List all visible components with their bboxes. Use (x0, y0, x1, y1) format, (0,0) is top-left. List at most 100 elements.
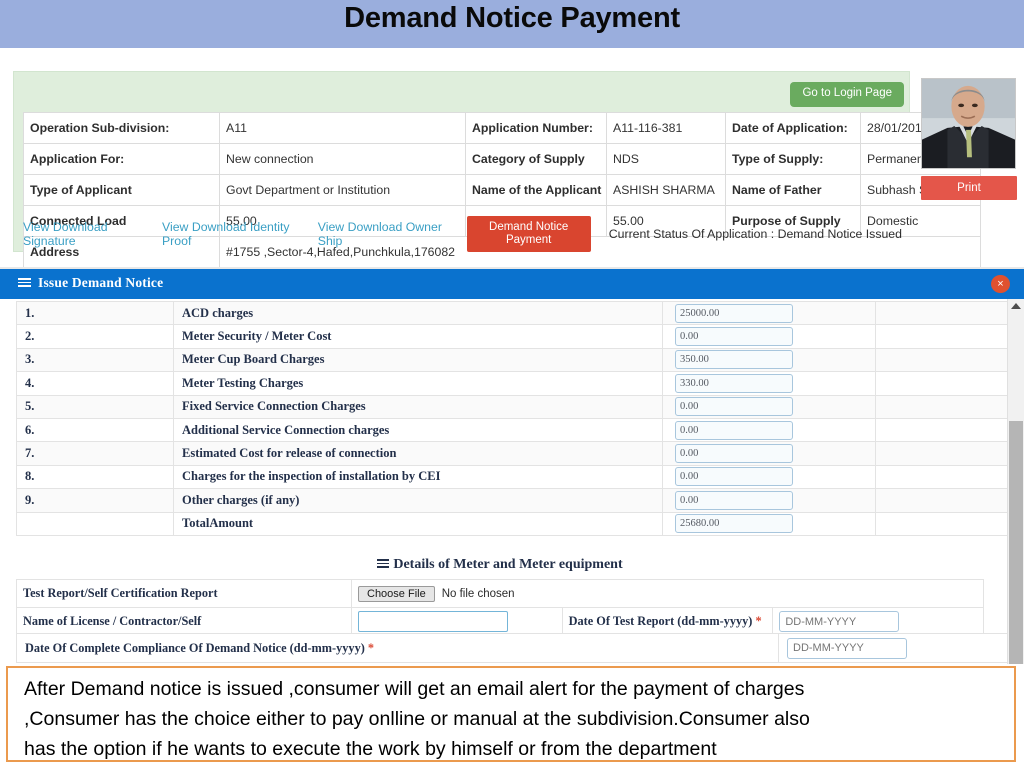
charge-amount-cell (662, 488, 876, 513)
charge-description: Charges for the inspection of installati… (173, 464, 663, 490)
charge-amount-cell (662, 441, 876, 466)
test-report-date-input[interactable] (779, 611, 900, 632)
document-links-row: View Download Signature View Download Id… (23, 215, 902, 253)
total-amount-cell (662, 511, 876, 536)
table-row: Name of License / Contractor/Self Date O… (16, 607, 984, 636)
field-label-operation-subdivision: Operation Sub-division: (23, 112, 220, 144)
slide-title-band: Demand Notice Payment (0, 0, 1024, 48)
table-row: Type of Applicant Govt Department or Ins… (23, 174, 981, 206)
meter-section-title-text: Details of Meter and Meter equipment (393, 557, 623, 572)
charge-amount-input[interactable] (675, 397, 793, 417)
required-asterisk: * (367, 640, 375, 655)
field-value-name-of-applicant: ASHISH SHARMA (606, 174, 726, 206)
table-row: Operation Sub-division: A11 Application … (23, 112, 981, 144)
file-chosen-status: No file chosen (441, 587, 515, 600)
modal-body: 1. ACD charges 2. Meter Security / Meter… (0, 299, 1024, 664)
charge-amount-input[interactable] (675, 490, 793, 510)
charge-spacer (875, 511, 1024, 536)
charge-description: ACD charges (173, 300, 663, 326)
charge-amount-input[interactable] (675, 444, 793, 464)
field-value-type-of-applicant: Govt Department or Institution (219, 174, 466, 206)
charge-description: Meter Cup Board Charges (173, 347, 663, 373)
charge-description: Meter Security / Meter Cost (173, 324, 663, 349)
issue-demand-notice-modal: Issue Demand Notice × 1. ACD charges 2. … (0, 267, 1024, 664)
table-row: 3. Meter Cup Board Charges (16, 347, 1024, 373)
field-value-category-of-supply: NDS (606, 143, 726, 175)
table-row: 9. Other charges (if any) (16, 488, 1024, 513)
charge-serial: 4. (16, 371, 174, 396)
close-icon[interactable]: × (991, 275, 1010, 293)
table-row: 8. Charges for the inspection of install… (16, 464, 1024, 490)
field-label-name-of-applicant: Name of the Applicant (465, 174, 607, 206)
test-report-date-cell (772, 607, 984, 636)
caption-box: After Demand notice is issued ,consumer … (6, 666, 1016, 762)
charge-amount-input[interactable] (675, 467, 793, 487)
table-row: 2. Meter Security / Meter Cost (16, 324, 1024, 349)
charge-spacer (875, 464, 1024, 490)
compliance-date-label: Date Of Complete Compliance Of Demand No… (16, 633, 779, 663)
charge-amount-cell (662, 394, 876, 419)
charge-amount-cell (662, 417, 876, 443)
charge-amount-input[interactable] (675, 373, 793, 393)
application-summary-card: Go to Login Page Operation Sub-division:… (13, 71, 981, 268)
choose-file-button[interactable]: Choose File (358, 585, 435, 602)
modal-scrollbar[interactable] (1007, 299, 1024, 664)
chevron-up-icon[interactable] (1011, 303, 1021, 309)
charge-amount-cell (662, 347, 876, 373)
license-name-cell (351, 607, 563, 636)
charge-description: Fixed Service Connection Charges (173, 394, 663, 419)
field-label-type-of-supply: Type of Supply: (725, 143, 861, 175)
total-amount-input[interactable] (675, 514, 793, 534)
charge-description: Other charges (if any) (173, 488, 663, 513)
charge-serial: 2. (16, 324, 174, 349)
required-asterisk: * (755, 614, 762, 628)
license-name-input[interactable] (358, 611, 508, 632)
charge-serial: 7. (16, 441, 174, 466)
go-to-login-page-button[interactable]: Go to Login Page (790, 82, 904, 107)
charge-spacer (875, 324, 1024, 349)
view-download-identity-proof-link[interactable]: View Download Identity Proof (162, 220, 298, 248)
charge-amount-input[interactable] (675, 420, 793, 440)
view-download-signature-link[interactable]: View Download Signature (23, 220, 142, 248)
slide-canvas: Demand Notice Payment Go to Login Page O… (0, 0, 1024, 768)
test-report-file-cell: Choose File No file chosen (351, 579, 984, 608)
demand-notice-payment-button[interactable]: Demand Notice Payment (466, 215, 591, 253)
charge-amount-input[interactable] (675, 327, 793, 347)
page-title: Demand Notice Payment (344, 2, 680, 34)
test-report-date-label-text: Date Of Test Report (dd-mm-yyyy) (568, 614, 753, 628)
list-icon (18, 278, 31, 289)
charge-amount-input[interactable] (675, 303, 793, 323)
charge-serial: 3. (16, 347, 174, 373)
table-row: 6. Additional Service Connection charges (16, 417, 1024, 443)
scrollbar-thumb[interactable] (1009, 421, 1023, 664)
table-row: 7. Estimated Cost for release of connect… (16, 441, 1024, 466)
compliance-date-label-text: Date Of Complete Compliance Of Demand No… (25, 640, 365, 655)
view-download-owner-ship-link[interactable]: View Download Owner Ship (318, 220, 447, 248)
charge-amount-cell (662, 300, 876, 326)
caption-line-1: After Demand notice is issued ,consumer … (24, 678, 805, 700)
charge-amount-cell (662, 464, 876, 490)
charge-spacer (875, 371, 1024, 396)
table-row-total: TotalAmount (16, 511, 1024, 536)
caption-line-2: ,Consumer has the choice either to pay o… (24, 708, 810, 730)
field-label-name-of-father: Name of Father (725, 174, 861, 206)
field-label-type-of-applicant: Type of Applicant (23, 174, 220, 206)
print-button[interactable]: Print (921, 176, 1017, 200)
table-row: Test Report/Self Certification Report Ch… (16, 579, 984, 608)
test-report-label: Test Report/Self Certification Report (16, 579, 352, 608)
meter-details-table: Test Report/Self Certification Report Ch… (16, 579, 984, 636)
field-label-date-of-application: Date of Application: (725, 112, 861, 144)
table-row: 5. Fixed Service Connection Charges (16, 394, 1024, 419)
charge-spacer (875, 300, 1024, 326)
charge-spacer (875, 441, 1024, 466)
charge-description: Additional Service Connection charges (173, 417, 663, 443)
applicant-photo (921, 78, 1016, 169)
charge-serial: 8. (16, 464, 174, 490)
table-row: 1. ACD charges (16, 300, 1024, 326)
license-name-label: Name of License / Contractor/Self (16, 607, 352, 636)
photo-illustration (922, 79, 1015, 168)
compliance-date-input[interactable] (787, 637, 907, 659)
meter-section-title: Details of Meter and Meter equipment (0, 557, 1000, 573)
charge-amount-input[interactable] (675, 350, 793, 370)
charge-serial (16, 511, 174, 536)
